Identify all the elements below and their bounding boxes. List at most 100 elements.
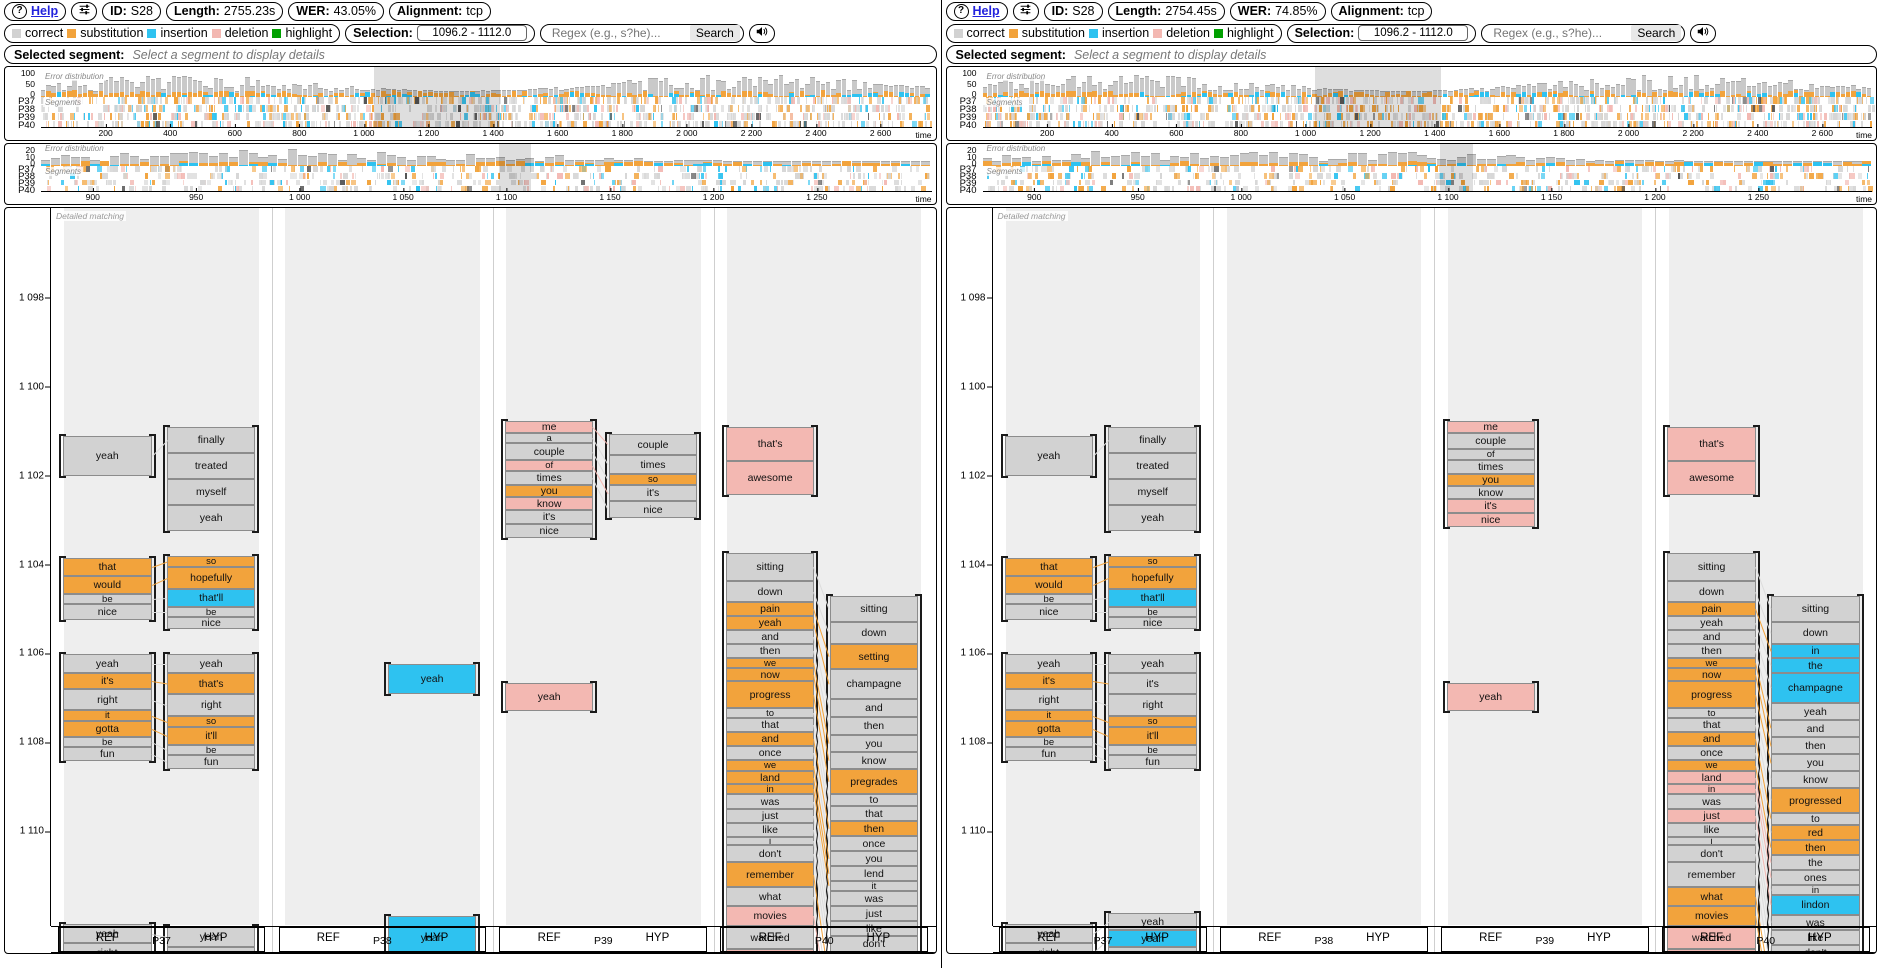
settings-button[interactable]	[71, 1, 98, 21]
right-detail-utterance[interactable]: yeah it's right so it'll be fun	[1104, 652, 1201, 771]
help-button[interactable]: ? Help	[4, 1, 67, 21]
left-detail-word[interactable]: nice	[608, 501, 698, 518]
right-detail-column-P39[interactable]	[1434, 208, 1655, 953]
right-detail-word[interactable]: down	[1771, 622, 1860, 644]
left-detail-utterance[interactable]: that would be nice	[59, 556, 156, 622]
right-detail-word[interactable]: nice	[1446, 513, 1535, 527]
right-detail-word[interactable]: myself	[1108, 479, 1197, 505]
right-detail-word[interactable]: don't	[1667, 845, 1756, 862]
left-detail-word[interactable]: hopefully	[166, 567, 256, 589]
right-detail-word[interactable]: the	[1771, 855, 1860, 870]
right-detail-word[interactable]: what	[1667, 887, 1756, 906]
right-detail-word[interactable]: it's	[1446, 499, 1535, 513]
left-detail-column-P38[interactable]	[271, 208, 493, 953]
left-detail-word[interactable]: yeah	[63, 436, 152, 476]
right-detail-utterance[interactable]: sitting down pain yeah and then we now progress t…	[1663, 551, 1760, 953]
right-detail-utterance[interactable]: that would be nice	[1000, 556, 1097, 622]
right-detail-word[interactable]: champagne	[1771, 673, 1860, 703]
right-detail-word[interactable]: times	[1446, 460, 1535, 474]
right-detail-word[interactable]: lindon	[1771, 895, 1860, 915]
right-detail-word[interactable]: i	[1667, 837, 1756, 845]
left-detail-word[interactable]: then	[725, 644, 815, 658]
left-detail-word[interactable]: pain	[725, 602, 815, 616]
left-detail-word[interactable]: and	[725, 732, 815, 746]
left-detail-word[interactable]: pregrades	[829, 769, 919, 794]
left-detail-word[interactable]: be	[166, 607, 256, 617]
left-detail-word[interactable]: it's	[505, 510, 594, 524]
left-detail-word[interactable]: couple	[505, 443, 594, 460]
right-detail-word[interactable]: now	[1667, 668, 1756, 681]
right-detail-word[interactable]: finally	[1108, 427, 1197, 453]
left-overview-full[interactable]: 100 50 0 P37 P38 P39 P40 Error distribution Segm…	[4, 66, 937, 141]
left-detail-word[interactable]: it'll	[166, 727, 256, 745]
right-detail-word[interactable]: pain	[1667, 602, 1756, 616]
left-detail-word[interactable]: yeah	[725, 616, 815, 630]
right-detail-utterance[interactable]: yeah	[1442, 681, 1539, 713]
selection-value[interactable]: 1096.2 - 1112.0	[1358, 25, 1469, 41]
left-detail-word[interactable]: that	[829, 806, 919, 821]
left-detail-word[interactable]: down	[829, 622, 919, 644]
left-detail-word[interactable]: myself	[166, 479, 256, 505]
right-detail-column-P38[interactable]	[1213, 208, 1434, 953]
left-detail-word[interactable]: you	[505, 485, 594, 497]
right-detail-word[interactable]: just	[1667, 809, 1756, 823]
left-detail-word[interactable]: to	[725, 708, 815, 718]
left-detail-word[interactable]: nice	[63, 604, 152, 620]
audio-button[interactable]	[748, 23, 775, 43]
left-detail-word[interactable]: remember	[725, 862, 815, 887]
right-detail-word[interactable]: and	[1771, 720, 1860, 737]
right-detail-word[interactable]: hopefully	[1108, 567, 1197, 589]
right-detail[interactable]: 1 098 1 100 1 102 1 104 1 106 1 108 1 110 Detai…	[945, 207, 1877, 954]
left-detail-word[interactable]: gotta	[63, 721, 152, 737]
left-detail-word[interactable]: once	[829, 836, 919, 851]
left-detail-word[interactable]: to	[829, 794, 919, 806]
right-detail-word[interactable]: sitting	[1771, 596, 1860, 622]
right-detail-word[interactable]: awesome	[1667, 461, 1756, 495]
right-detail-word[interactable]: gotta	[1004, 721, 1093, 737]
left-detail-word[interactable]: sitting	[829, 596, 919, 622]
left-detail-word[interactable]: nice	[505, 524, 594, 538]
left-detail-word[interactable]: right	[166, 694, 256, 716]
left-detail-word[interactable]: that'll	[166, 589, 256, 607]
left-detail-word[interactable]: be	[63, 594, 152, 604]
left-detail-word[interactable]: know	[829, 752, 919, 769]
left-detail-word[interactable]: just	[725, 809, 815, 823]
right-detail-word[interactable]: movies	[1667, 906, 1756, 926]
right-detail-word[interactable]: know	[1771, 771, 1860, 788]
left-detail-word[interactable]: in	[725, 784, 815, 794]
help-button[interactable]: ? Help	[945, 1, 1008, 21]
right-detail-word[interactable]: right	[1004, 689, 1093, 710]
left-detail-word[interactable]: once	[725, 746, 815, 760]
left-detail-word[interactable]: a	[505, 433, 594, 443]
right-detail-word[interactable]: be	[1004, 737, 1093, 747]
help-link-label[interactable]: Help	[31, 4, 58, 18]
selection-value[interactable]: 1096.2 - 1112.0	[416, 25, 527, 41]
right-detail-word[interactable]: that'll	[1108, 589, 1197, 607]
right-detail-word[interactable]: be	[1108, 745, 1197, 755]
left-detail-utterance[interactable]: that's awesome	[721, 425, 819, 497]
left-detail-word[interactable]: you	[829, 735, 919, 752]
left-detail-word[interactable]: would	[63, 576, 152, 594]
right-detail-word[interactable]: that	[1004, 558, 1093, 576]
left-detail-utterance[interactable]: yeah it's right it gotta be fun	[59, 652, 156, 763]
right-detail-word[interactable]: and	[1667, 630, 1756, 644]
right-detail-word[interactable]: nice	[1004, 604, 1093, 620]
right-detail-word[interactable]: then	[1771, 737, 1860, 754]
right-detail-word[interactable]: be	[1108, 607, 1197, 617]
left-detail-word[interactable]: yeah	[63, 654, 152, 673]
left-detail-utterance[interactable]: yeah	[501, 681, 598, 713]
left-detail-word[interactable]: fun	[166, 755, 256, 769]
left-detail-word[interactable]: nice	[166, 617, 256, 629]
left-detail-word[interactable]: you	[829, 851, 919, 866]
right-detail-word[interactable]: we	[1667, 658, 1756, 668]
right-detail-word[interactable]: of	[1446, 449, 1535, 460]
search-button[interactable]: Search	[689, 25, 740, 41]
right-detail-word[interactable]: yeah	[1446, 683, 1535, 711]
left-detail-word[interactable]: it's	[608, 485, 698, 501]
left-detail-word[interactable]: we	[725, 658, 815, 668]
right-detail-word[interactable]: be	[1004, 594, 1093, 604]
right-detail-word[interactable]: nice	[1108, 617, 1197, 629]
left-detail-word[interactable]: what	[725, 887, 815, 906]
left-detail-word[interactable]: just	[829, 906, 919, 921]
left-detail-utterance[interactable]: yeah	[383, 662, 481, 696]
